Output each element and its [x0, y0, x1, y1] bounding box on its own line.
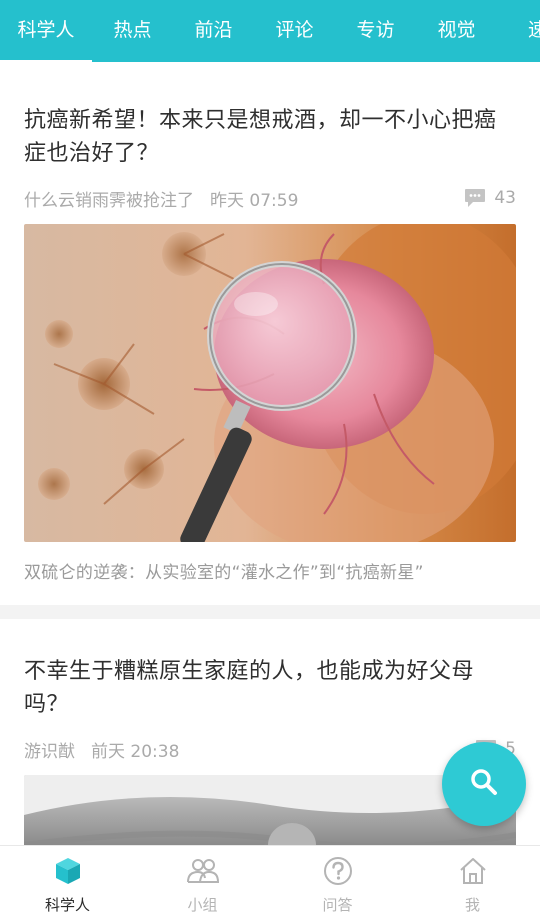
nav-label: 科学人 [44, 896, 90, 914]
comment-count[interactable]: 43 [464, 188, 516, 208]
nav-wo[interactable]: 我 [405, 846, 540, 916]
tab-list: 科学人 热点 前沿 评论 专访 视觉 速 [0, 0, 540, 60]
article-time: 前天 20:38 [91, 741, 180, 762]
article-cover-image[interactable] [24, 224, 516, 542]
article-author: 什么云销雨霁被抢注了 [24, 190, 194, 211]
comment-icon [464, 188, 486, 208]
article-author: 游识猷 [24, 741, 75, 762]
tab-su[interactable]: 速 [497, 0, 540, 60]
bottom-nav: 科学人 小组 问答 我 [0, 845, 540, 916]
article-time: 昨天 07:59 [210, 190, 299, 211]
article-caption: 双硫仑的逆袭：从实验室的“灌水之作”到“抗癌新星” [24, 563, 424, 583]
tab-pinglun[interactable]: 评论 [254, 0, 335, 60]
tab-qianyan[interactable]: 前沿 [173, 0, 254, 60]
tab-shijue[interactable]: 视觉 [416, 0, 497, 60]
article-card[interactable]: 抗癌新希望！本来只是想戒酒，却一不小心把癌症也治好了？ 什么云销雨霁被抢注了 昨… [0, 64, 540, 605]
tab-zhuanfang[interactable]: 专访 [335, 0, 416, 60]
comment-count-value: 43 [494, 188, 516, 208]
top-tab-bar: 科学人 热点 前沿 评论 专访 视觉 速 [0, 0, 540, 62]
nav-kexueren[interactable]: 科学人 [0, 846, 135, 916]
nav-xiaozu[interactable]: 小组 [135, 846, 270, 916]
tab-redian[interactable]: 热点 [92, 0, 173, 60]
group-icon [186, 856, 220, 890]
active-tab-indicator [0, 60, 92, 62]
article-title[interactable]: 抗癌新希望！本来只是想戒酒，却一不小心把癌症也治好了？ [24, 64, 516, 170]
search-icon [469, 767, 499, 801]
home-icon [458, 856, 488, 890]
article-meta: 什么云销雨霁被抢注了 昨天 07:59 43 [24, 184, 516, 212]
article-meta: 游识猷 前天 20:38 5 [24, 735, 516, 763]
tab-kexueren[interactable]: 科学人 [0, 0, 92, 60]
article-title[interactable]: 不幸生于糟糕原生家庭的人，也能成为好父母吗？ [24, 619, 516, 721]
question-icon [323, 856, 353, 890]
nav-label: 问答 [322, 896, 353, 914]
nav-label: 小组 [187, 896, 218, 914]
search-fab[interactable] [442, 742, 526, 826]
nav-label: 我 [464, 896, 480, 914]
nav-wenda[interactable]: 问答 [270, 846, 405, 916]
cube-icon [53, 856, 83, 890]
